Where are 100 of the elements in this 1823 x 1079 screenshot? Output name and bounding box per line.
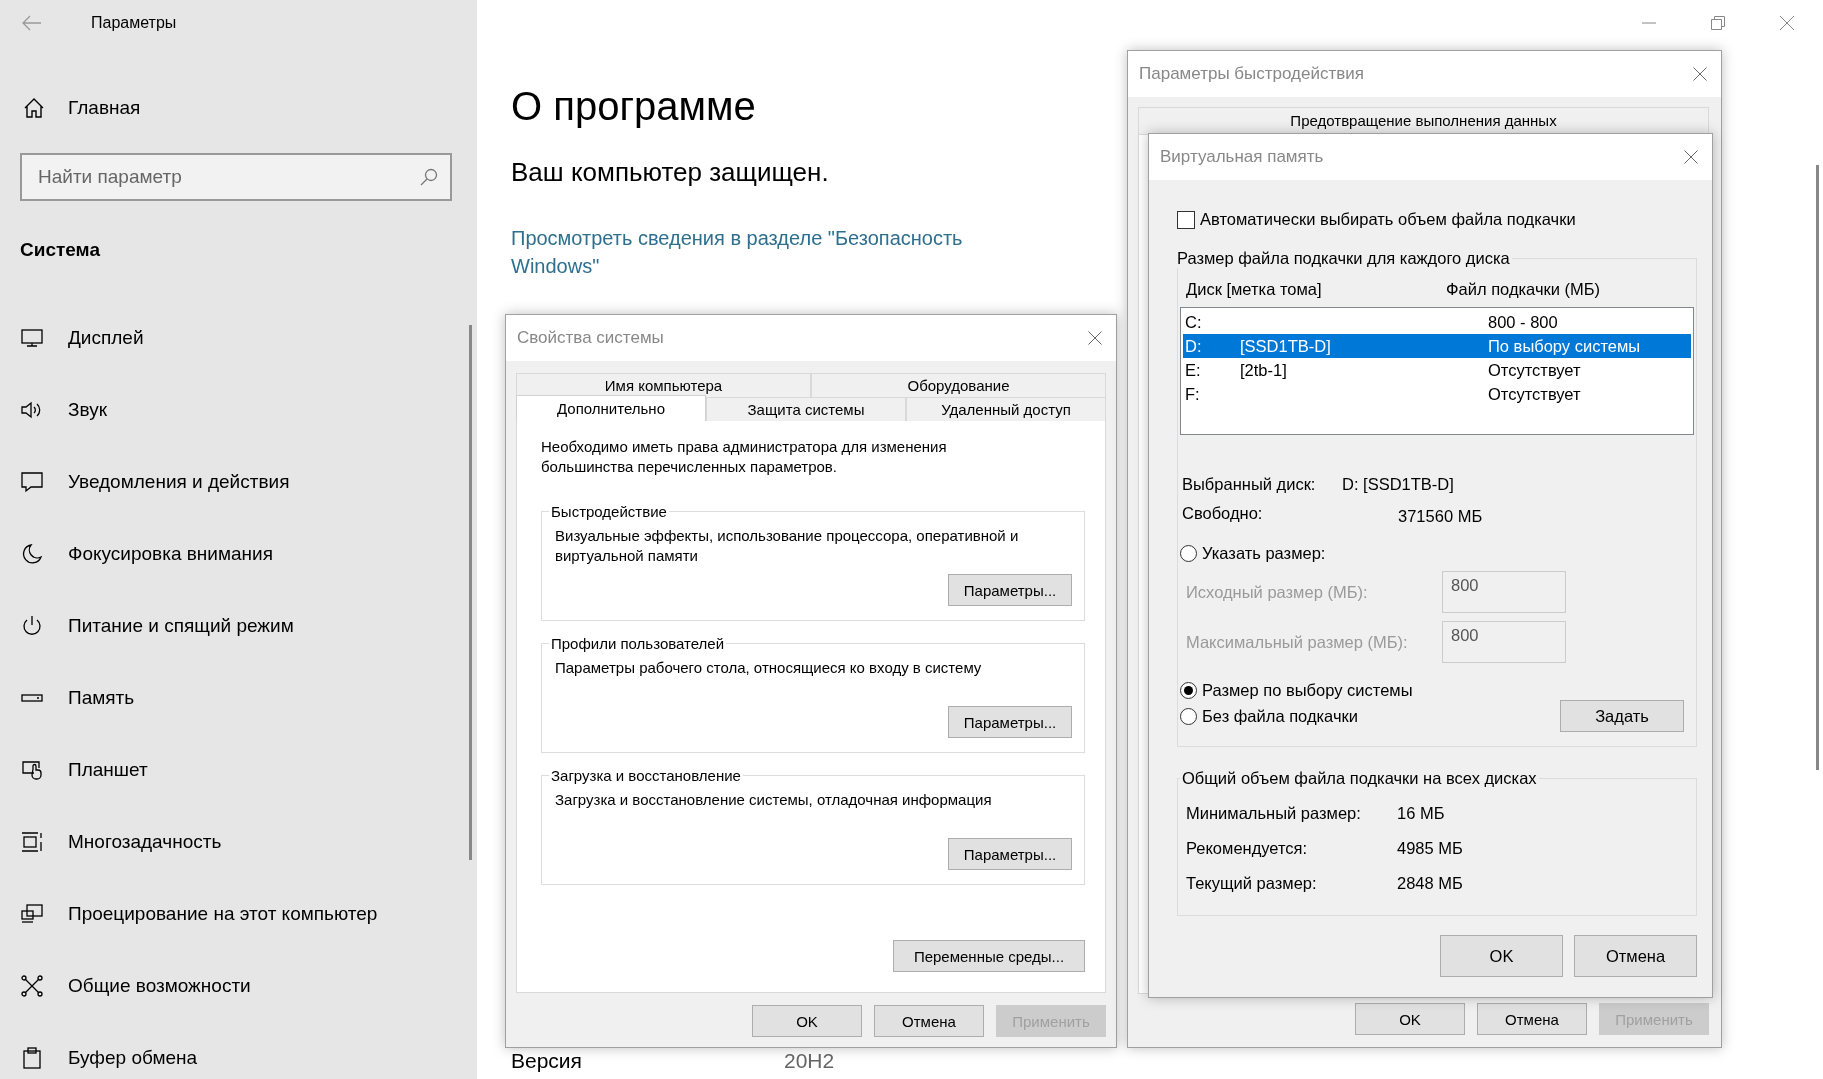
close-icon[interactable] xyxy=(1088,331,1102,345)
info-label: Выбранный диск: xyxy=(1182,475,1317,494)
nav-item[interactable]: Фокусировка внимания xyxy=(20,540,477,567)
column-header: Файл подкачки (МБ) xyxy=(1446,280,1602,299)
speech-bubble-icon xyxy=(20,469,44,494)
radio-button[interactable] xyxy=(1180,707,1197,725)
drive-letter: C: xyxy=(1185,312,1203,333)
tab[interactable]: Дополнительно xyxy=(516,395,706,421)
group-title: Общий объем файла подкачки на всех дисках xyxy=(1181,769,1538,788)
group-description: Параметры рабочего стола, относящиеся ко входу в систему xyxy=(555,658,983,678)
nav-item[interactable]: Проецирование на этот компьютер xyxy=(20,900,477,927)
radio-button[interactable] xyxy=(1180,682,1197,699)
search-field[interactable]: Найти параметр xyxy=(20,153,452,201)
environment-variables-button[interactable]: Переменные среды... xyxy=(893,940,1085,972)
close-icon[interactable] xyxy=(1779,15,1795,31)
volume-label: [SSD1TB-D] xyxy=(1240,336,1332,357)
clipboard-icon xyxy=(20,1045,44,1070)
drive-row[interactable]: D: [SSD1TB-D] По выбору системы xyxy=(1183,334,1691,358)
volume-label: [2tb-1] xyxy=(1240,360,1288,381)
multitasking-icon xyxy=(20,829,44,854)
dialog-title: Виртуальная память xyxy=(1160,147,1324,167)
info-value: 16 МБ xyxy=(1397,804,1445,823)
checkbox-label: Автоматически выбирать объем файла подкачки xyxy=(1200,210,1576,229)
section-heading: Система xyxy=(20,239,101,261)
group-description: Загрузка и восстановление системы, отладочная информация xyxy=(555,790,993,810)
scrollbar[interactable] xyxy=(1816,165,1819,770)
info-value: 371560 МБ xyxy=(1397,506,1483,526)
version-label: Версия xyxy=(511,1049,583,1073)
nav-item[interactable]: Многозадачность xyxy=(20,828,477,855)
search-icon xyxy=(420,168,438,186)
app-title: Параметры xyxy=(91,14,177,32)
paging-size: 800 - 800 xyxy=(1488,312,1559,333)
info-label: Минимальный размер: xyxy=(1186,804,1362,823)
status-text: Ваш компьютер защищен. xyxy=(511,157,829,188)
dialog-button[interactable]: OK xyxy=(1440,935,1563,977)
dialog-button[interactable]: Отмена xyxy=(874,1005,984,1037)
paging-size: Отсутствует xyxy=(1488,360,1582,381)
info-value: D: [SSD1TB-D] xyxy=(1342,475,1454,494)
home-link[interactable]: Главная xyxy=(20,96,477,120)
info-value: 2848 МБ xyxy=(1397,874,1463,893)
settings-button[interactable]: Параметры... xyxy=(948,574,1072,606)
drive-icon xyxy=(20,693,44,702)
set-button[interactable]: Задать xyxy=(1560,700,1684,732)
nav-item[interactable]: Питание и спящий режим xyxy=(20,612,477,639)
nav-item[interactable]: Звук xyxy=(20,396,477,423)
drive-row[interactable]: C: 800 - 800 xyxy=(1183,310,1691,334)
drive-letter: D: xyxy=(1185,336,1203,357)
drive-row[interactable]: E: [2tb-1] Отсутствует xyxy=(1183,358,1691,382)
info-label: Свободно: xyxy=(1182,504,1264,524)
radio-label: Размер по выбору системы xyxy=(1202,681,1413,700)
close-icon[interactable] xyxy=(1684,150,1698,164)
nav-item[interactable]: Уведомления и действия xyxy=(20,468,477,495)
dialog-button[interactable]: OK xyxy=(752,1005,862,1037)
dialog-button[interactable]: Отмена xyxy=(1477,1003,1587,1035)
moon-icon xyxy=(20,541,44,566)
nav-item[interactable]: Общие возможности xyxy=(20,972,477,999)
settings-button[interactable]: Параметры... xyxy=(948,838,1072,870)
dialog-button[interactable]: Отмена xyxy=(1574,935,1697,977)
settings-button[interactable]: Параметры... xyxy=(948,706,1072,738)
paging-size: Отсутствует xyxy=(1488,384,1582,405)
field-label: Максимальный размер (МБ): xyxy=(1186,632,1409,652)
info-label: Рекомендуется: xyxy=(1186,839,1309,858)
drive-letter: F: xyxy=(1185,384,1201,405)
column-header: Диск [метка тома] xyxy=(1186,280,1323,299)
close-icon[interactable] xyxy=(1693,67,1707,81)
nav-item[interactable]: Дисплей xyxy=(20,324,477,351)
radio-button[interactable] xyxy=(1180,545,1197,562)
home-icon xyxy=(22,96,46,120)
nav-item[interactable]: Планшет xyxy=(20,756,477,783)
accessibility-icon xyxy=(20,973,44,998)
maximize-icon[interactable] xyxy=(1710,15,1726,31)
security-link[interactable]: Просмотреть сведения в разделе "Безопасность Windows" xyxy=(511,224,1031,280)
tab[interactable]: Удаленный доступ xyxy=(906,397,1106,421)
group-description: Визуальные эффекты, использование процессора, оперативной и виртуальной памяти xyxy=(555,526,1020,566)
dialog-title: Свойства системы xyxy=(517,328,664,348)
projector-icon xyxy=(20,901,44,926)
drive-letter: E: xyxy=(1185,360,1202,381)
tab[interactable]: Имя компьютера xyxy=(516,373,811,397)
radio-label: Указать размер: xyxy=(1202,544,1326,563)
radio-label: Без файла подкачки xyxy=(1202,706,1358,726)
group-title: Загрузка и восстановление xyxy=(550,767,742,784)
tab[interactable]: Предотвращение выполнения данных xyxy=(1138,107,1709,134)
scrollbar[interactable] xyxy=(469,325,472,860)
dialog-button[interactable]: OK xyxy=(1355,1003,1465,1035)
drive-row[interactable]: F: Отсутствует xyxy=(1183,382,1691,406)
info-label: Текущий размер: xyxy=(1186,874,1318,893)
checkbox[interactable] xyxy=(1177,210,1195,229)
tab[interactable]: Защита системы xyxy=(706,397,906,421)
dialog-title: Параметры быстродействия xyxy=(1139,64,1364,84)
nav-item[interactable]: Память xyxy=(20,684,477,711)
field-label: Исходный размер (МБ): xyxy=(1186,582,1369,602)
version-value: 20H2 xyxy=(784,1049,835,1073)
nav-item[interactable]: Буфер обмена xyxy=(20,1044,477,1071)
tab[interactable]: Оборудование xyxy=(811,373,1106,397)
admin-note: Необходимо иметь права администратора для изменения большинства перечисленных параметров. xyxy=(541,437,948,477)
group-title: Быстродействие xyxy=(550,503,668,520)
group-title: Профили пользователей xyxy=(550,635,726,652)
page-title: О программе xyxy=(511,84,756,129)
power-icon xyxy=(20,613,44,638)
paging-size: По выбору системы xyxy=(1488,336,1642,357)
